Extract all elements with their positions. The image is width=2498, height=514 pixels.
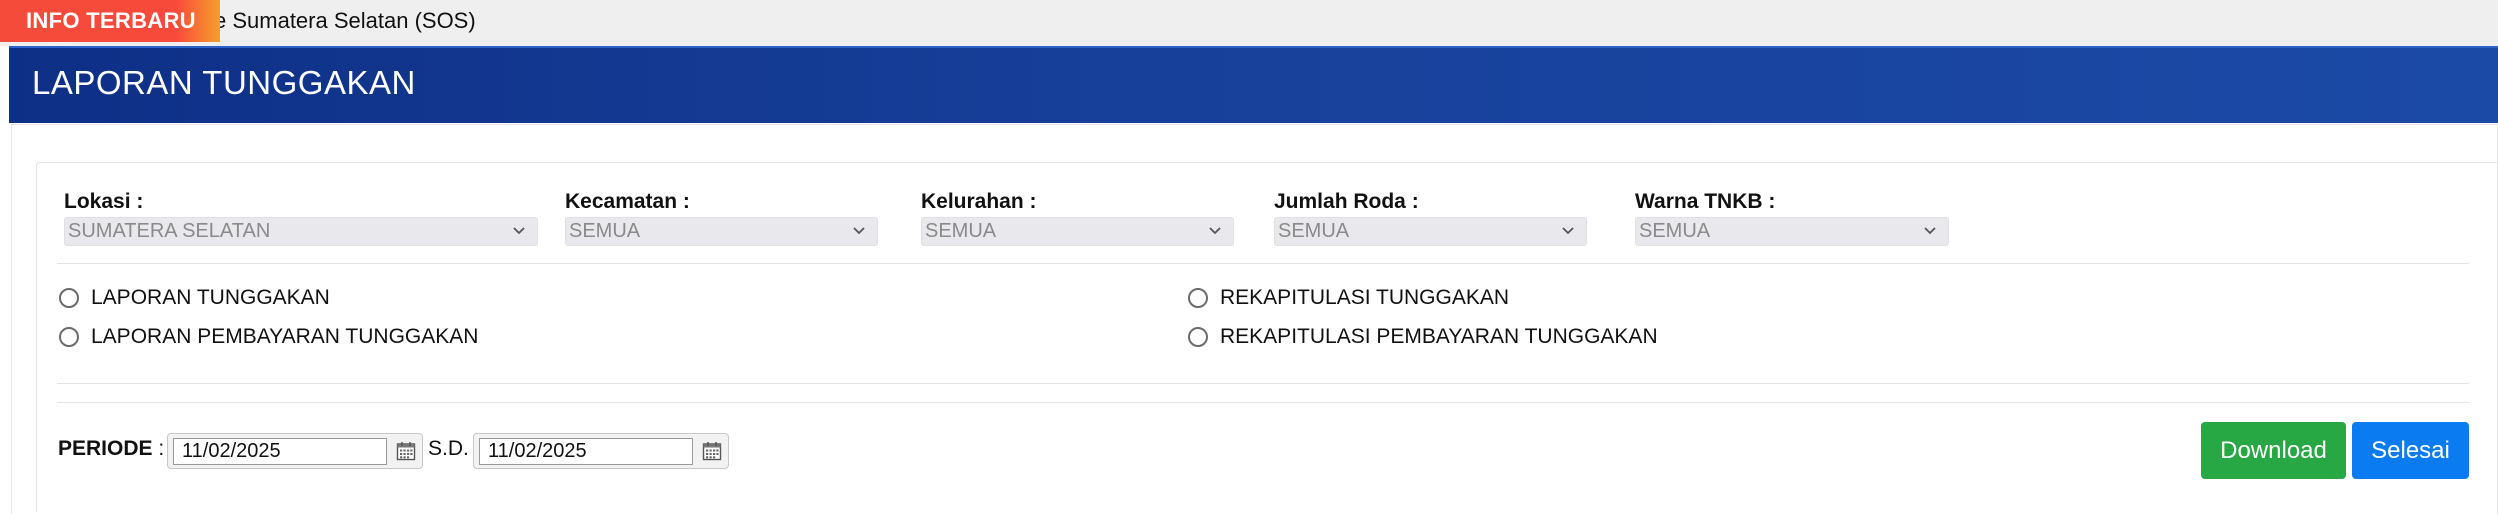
periode-start-value[interactable]: 11/02/2025 [173, 438, 387, 465]
kelurahan-label: Kelurahan : [921, 190, 1037, 213]
lokasi-value: SUMATERA SELATAN [68, 220, 271, 242]
periode-end-value[interactable]: 11/02/2025 [479, 438, 693, 465]
download-button[interactable]: Download [2201, 422, 2346, 479]
radio-laporan-pembayaran-tunggakan[interactable]: LAPORAN PEMBAYARAN TUNGGAKAN [59, 323, 478, 351]
periode-colon: : [152, 437, 165, 460]
radio-laporan-tunggakan[interactable]: LAPORAN TUNGGAKAN [59, 284, 330, 312]
radio-rekapitulasi-tunggakan[interactable]: REKAPITULASI TUNGGAKAN [1188, 284, 1509, 312]
warna-tnkb-value: SEMUA [1639, 220, 1711, 242]
kelurahan-value: SEMUA [925, 220, 997, 242]
radio-label: REKAPITULASI TUNGGAKAN [1220, 286, 1510, 309]
periode-end-input[interactable]: 11/02/2025 [473, 433, 729, 469]
periode-label: PERIODE : [58, 437, 164, 461]
periode-start-input[interactable]: 11/02/2025 [167, 433, 423, 469]
periode-text: PERIODE [58, 437, 153, 460]
lokasi-field: Lokasi : SUMATERA SELATAN [64, 190, 538, 246]
lokasi-select[interactable]: SUMATERA SELATAN [64, 217, 538, 246]
jumlah-roda-select[interactable]: SEMUA [1274, 217, 1587, 246]
divider [57, 402, 2469, 403]
radio-label: REKAPITULASI PEMBAYARAN TUNGGAKAN [1220, 325, 1658, 348]
chevron-down-icon [1562, 227, 1574, 235]
radio-circle[interactable] [59, 327, 79, 347]
chevron-down-icon [1924, 227, 1936, 235]
radio-circle[interactable] [59, 288, 79, 308]
kelurahan-field: Kelurahan : SEMUA [921, 190, 1234, 246]
divider [57, 263, 2469, 264]
kecamatan-field: Kecamatan : SEMUA [565, 190, 878, 246]
kecamatan-label: Kecamatan : [565, 190, 690, 213]
page-header: LAPORAN TUNGGAKAN [9, 46, 2498, 123]
chevron-down-icon [853, 227, 865, 235]
ticker-badge: INFO TERBARU [0, 0, 220, 42]
page-title: LAPORAN TUNGGAKAN [32, 64, 416, 101]
radio-label: LAPORAN PEMBAYARAN TUNGGAKAN [91, 325, 479, 348]
radio-circle[interactable] [1188, 327, 1208, 347]
radio-label: LAPORAN TUNGGAKAN [91, 286, 330, 309]
jumlah-roda-field: Jumlah Roda : SEMUA [1274, 190, 1587, 246]
kecamatan-value: SEMUA [569, 220, 641, 242]
warna-tnkb-select[interactable]: SEMUA [1635, 217, 1949, 246]
radio-rekapitulasi-pembayaran-tunggakan[interactable]: REKAPITULASI PEMBAYARAN TUNGGAKAN [1188, 323, 1658, 351]
news-ticker: e Sumatera Selatan (SOS) INFO TERBARU [0, 0, 2498, 46]
lokasi-label: Lokasi : [64, 190, 144, 213]
radio-circle[interactable] [1188, 288, 1208, 308]
selesai-button[interactable]: Selesai [2352, 422, 2469, 479]
kelurahan-select[interactable]: SEMUA [921, 217, 1234, 246]
kecamatan-select[interactable]: SEMUA [565, 217, 878, 246]
warna-tnkb-label: Warna TNKB : [1635, 190, 1776, 213]
calendar-icon[interactable] [396, 441, 416, 461]
sd-label: S.D. [428, 437, 469, 460]
calendar-icon[interactable] [702, 441, 722, 461]
chevron-down-icon [1209, 227, 1221, 235]
divider [57, 383, 2469, 384]
jumlah-roda-value: SEMUA [1278, 220, 1350, 242]
jumlah-roda-label: Jumlah Roda : [1274, 190, 1419, 213]
warna-tnkb-field: Warna TNKB : SEMUA [1635, 190, 1949, 246]
chevron-down-icon [513, 227, 525, 235]
ticker-text[interactable]: e Sumatera Selatan (SOS) [214, 0, 476, 42]
